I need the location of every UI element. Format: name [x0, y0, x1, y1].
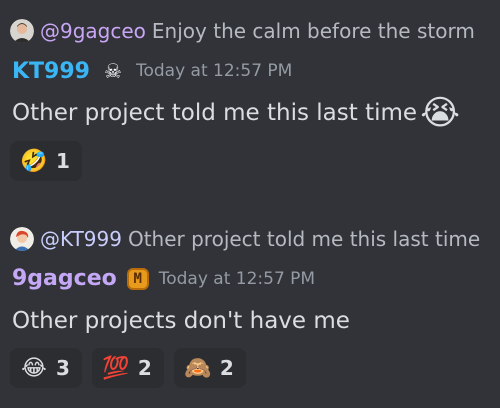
- reaction-count: 2: [137, 356, 152, 380]
- reaction-count: 3: [56, 356, 70, 380]
- loudly-crying-emoji-icon: 😭: [420, 93, 460, 133]
- joy-emoji-icon: 😂: [21, 355, 47, 381]
- reply-mention[interactable]: @KT999: [40, 227, 122, 251]
- user-avatar-red-hair-icon[interactable]: [10, 227, 34, 251]
- reply-text[interactable]: Enjoy the calm before the storm: [152, 19, 475, 43]
- reply-preview[interactable]: @9gagceo Enjoy the calm before the storm: [10, 18, 500, 44]
- timestamp[interactable]: Today at 12:57 PM: [136, 61, 292, 81]
- timestamp[interactable]: Today at 12:57 PM: [159, 269, 315, 289]
- author-name[interactable]: 9gagceo: [12, 266, 117, 291]
- reaction-joy[interactable]: 😂 3: [10, 348, 82, 388]
- m-coin-icon[interactable]: M: [126, 267, 149, 290]
- message-text: Other projects don't have me: [12, 308, 350, 334]
- reactions: 😂 3 💯 2 🙈 2: [10, 348, 256, 388]
- reaction-count: 1: [56, 149, 70, 173]
- reaction-count: 2: [219, 356, 234, 380]
- rofl-emoji-icon: 🤣: [20, 148, 48, 174]
- author-row: 9gagceo M Today at 12:57 PM: [12, 266, 315, 291]
- reply-preview[interactable]: @KT999 Other project told me this last t…: [10, 226, 500, 252]
- message-content: Other project told me this last time 😭: [12, 92, 461, 134]
- user-avatar-man-icon[interactable]: [10, 19, 34, 43]
- reply-text[interactable]: Other project told me this last time: [128, 227, 480, 251]
- hundred-points-icon: 💯: [102, 355, 130, 381]
- author-name[interactable]: KT999: [12, 59, 90, 84]
- reactions: 🤣 1: [10, 141, 92, 181]
- reaction-hundred[interactable]: 💯 2: [91, 348, 164, 388]
- custom-mascot-icon: 🙈: [184, 355, 212, 381]
- message-content: Other projects don't have me: [12, 308, 350, 334]
- reply-mention[interactable]: @9gagceo: [40, 19, 146, 43]
- reaction-custom-mascot[interactable]: 🙈 2: [173, 348, 246, 388]
- reaction-rofl[interactable]: 🤣 1: [10, 141, 82, 181]
- m-coin-letter: M: [133, 270, 142, 287]
- skull-crossbones-icon[interactable]: ☠: [100, 58, 126, 84]
- author-row: KT999 ☠ Today at 12:57 PM: [12, 58, 292, 84]
- message-text: Other project told me this last time: [12, 100, 418, 126]
